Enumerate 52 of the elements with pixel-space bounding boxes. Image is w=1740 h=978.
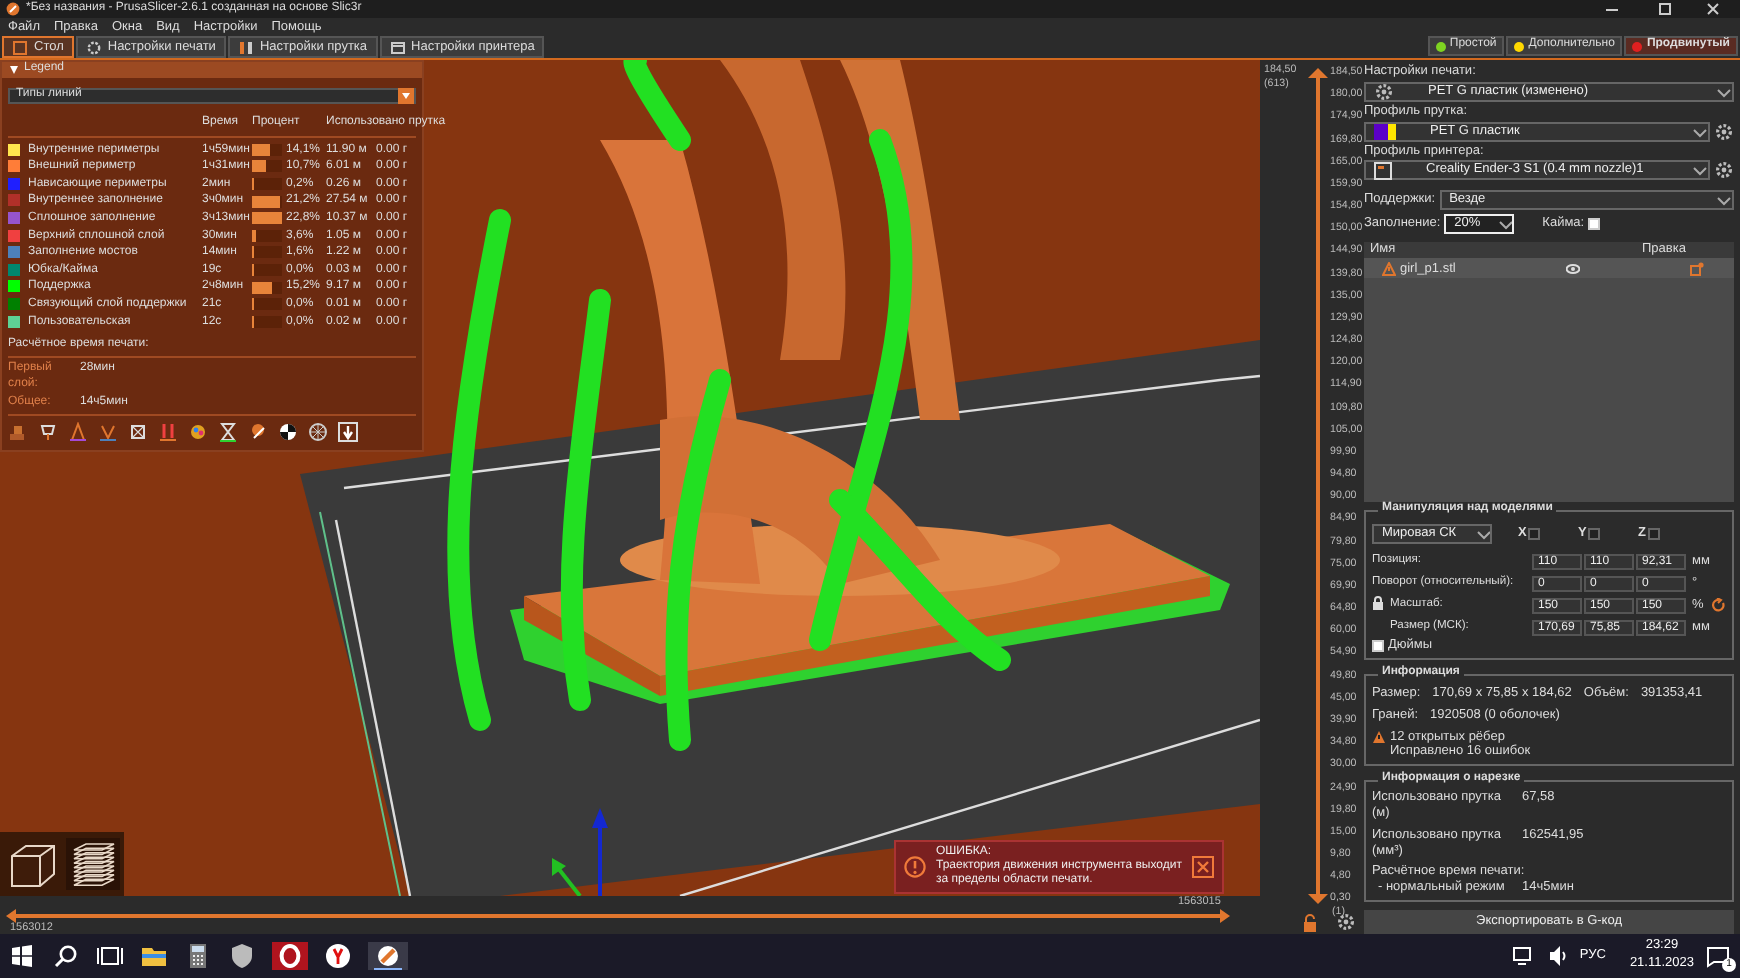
palette-icon[interactable]: [188, 421, 208, 442]
warning-icon: [1382, 262, 1396, 277]
wheel-icon[interactable]: [308, 421, 328, 442]
slider-thumb[interactable]: [1220, 908, 1230, 924]
dropdown-caret-icon[interactable]: [398, 88, 414, 104]
gear-icon: [1374, 81, 1394, 102]
square-icon[interactable]: [1647, 528, 1660, 541]
ring-icon[interactable]: [272, 942, 308, 970]
warning-icon: [904, 856, 926, 878]
app-icon[interactable]: [368, 942, 408, 970]
collapse-arrow-icon[interactable]: [8, 64, 20, 76]
browser-icon[interactable]: [324, 942, 352, 970]
windows-icon[interactable]: [8, 942, 36, 970]
app-logo-icon: [6, 2, 20, 16]
grid-icon[interactable]: [128, 421, 148, 442]
settings-icon[interactable]: [1714, 160, 1734, 181]
shield-icon[interactable]: [228, 942, 256, 970]
folder-icon[interactable]: [140, 942, 168, 970]
lock-icon[interactable]: [1302, 914, 1318, 932]
eye-icon[interactable]: [1566, 264, 1580, 275]
slider-track[interactable]: [6, 908, 1230, 924]
printer-icon: [389, 39, 406, 55]
square-icon: [12, 39, 28, 55]
reset-icon[interactable]: [1711, 598, 1726, 613]
checkbox[interactable]: [1588, 218, 1601, 231]
gear-icon: [85, 39, 102, 55]
slider-thumb[interactable]: [1308, 894, 1328, 904]
calculator-icon[interactable]: [184, 942, 212, 970]
lock-icon[interactable]: [1372, 596, 1384, 611]
spool-icon: [237, 39, 254, 55]
nozzle-icon[interactable]: [38, 421, 58, 442]
monitor-icon[interactable]: [1511, 942, 1532, 970]
search-icon[interactable]: [52, 942, 80, 970]
stack-icon[interactable]: [8, 421, 28, 442]
printer-icon: [1374, 161, 1392, 180]
slider-thumb[interactable]: [6, 908, 16, 924]
axis-arrow: [592, 808, 608, 896]
square-icon[interactable]: [1588, 528, 1601, 541]
hourglass-icon[interactable]: [218, 421, 238, 442]
notification-icon[interactable]: [1706, 944, 1730, 968]
square-icon[interactable]: [1528, 528, 1541, 541]
checker-circle-icon[interactable]: [278, 421, 298, 442]
gear-icon[interactable]: [1336, 912, 1356, 932]
slider-thumb[interactable]: [1308, 68, 1328, 78]
task-view-icon[interactable]: [96, 942, 124, 970]
speaker-icon[interactable]: [1547, 942, 1568, 970]
color-swatch-icon: [1374, 123, 1396, 140]
checkbox[interactable]: [1372, 640, 1384, 653]
warning-icon: [1372, 729, 1386, 744]
axis-arrow: [552, 858, 582, 896]
settings-icon[interactable]: [1714, 121, 1734, 142]
download-icon[interactable]: [338, 421, 358, 442]
